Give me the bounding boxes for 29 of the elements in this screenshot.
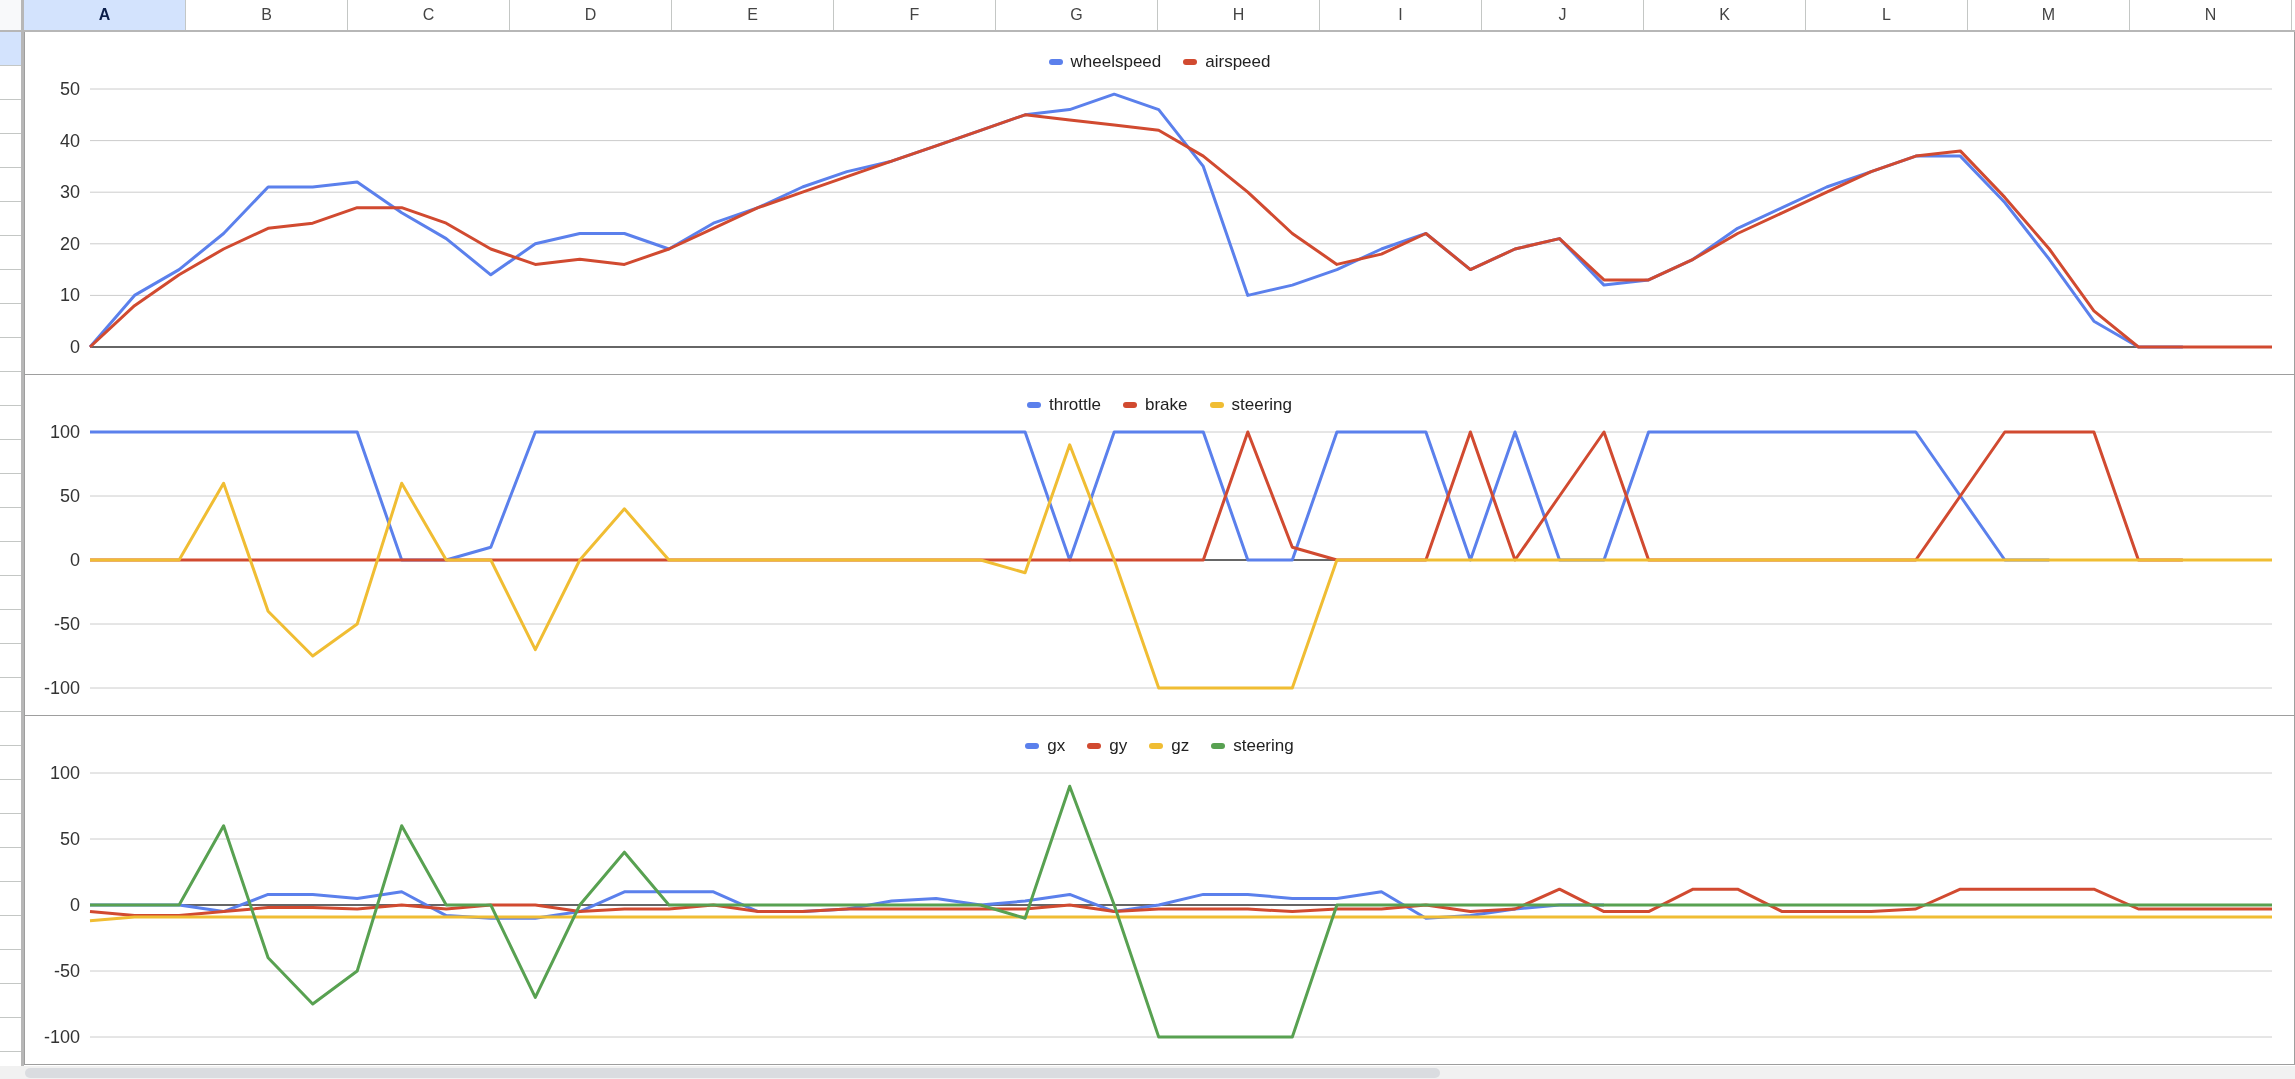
axis-tick-label: 0 (70, 550, 80, 570)
axis-tick-label: 0 (70, 337, 80, 357)
legend-label: gx (1047, 736, 1066, 756)
column-header[interactable]: A (24, 0, 186, 30)
legend-label: throttle (1049, 395, 1101, 415)
legend-label: wheelspeed (1070, 52, 1162, 72)
legend-label: steering (1231, 395, 1292, 415)
axis-tick-label: -50 (54, 614, 80, 634)
axis-tick-label: -50 (54, 961, 80, 981)
legend-label: gy (1109, 736, 1128, 756)
axis-tick-label: 100 (49, 763, 80, 783)
legend-label: steering (1233, 736, 1294, 756)
row-header[interactable] (0, 32, 21, 66)
axis-tick-label: 50 (59, 79, 80, 99)
axis-tick-label: 30 (59, 182, 80, 203)
select-all-corner[interactable] (0, 0, 24, 30)
legend-label: airspeed (1205, 52, 1271, 72)
axis-tick-label: 50 (59, 829, 80, 849)
axis-tick-label: 20 (59, 233, 80, 254)
axis-tick-label: 100 (49, 422, 80, 442)
axis-tick-label: -100 (43, 678, 80, 698)
axis-tick-label: 0 (70, 895, 80, 915)
scrollbar[interactable] (25, 1067, 1440, 1078)
legend-label: gz (1171, 736, 1190, 756)
axis-tick-label: -100 (43, 1027, 80, 1047)
axis-tick-label: 10 (59, 285, 80, 306)
axis-tick-label: 40 (59, 130, 80, 151)
axis-tick-label: 50 (59, 486, 80, 506)
legend-label: brake (1145, 395, 1188, 415)
